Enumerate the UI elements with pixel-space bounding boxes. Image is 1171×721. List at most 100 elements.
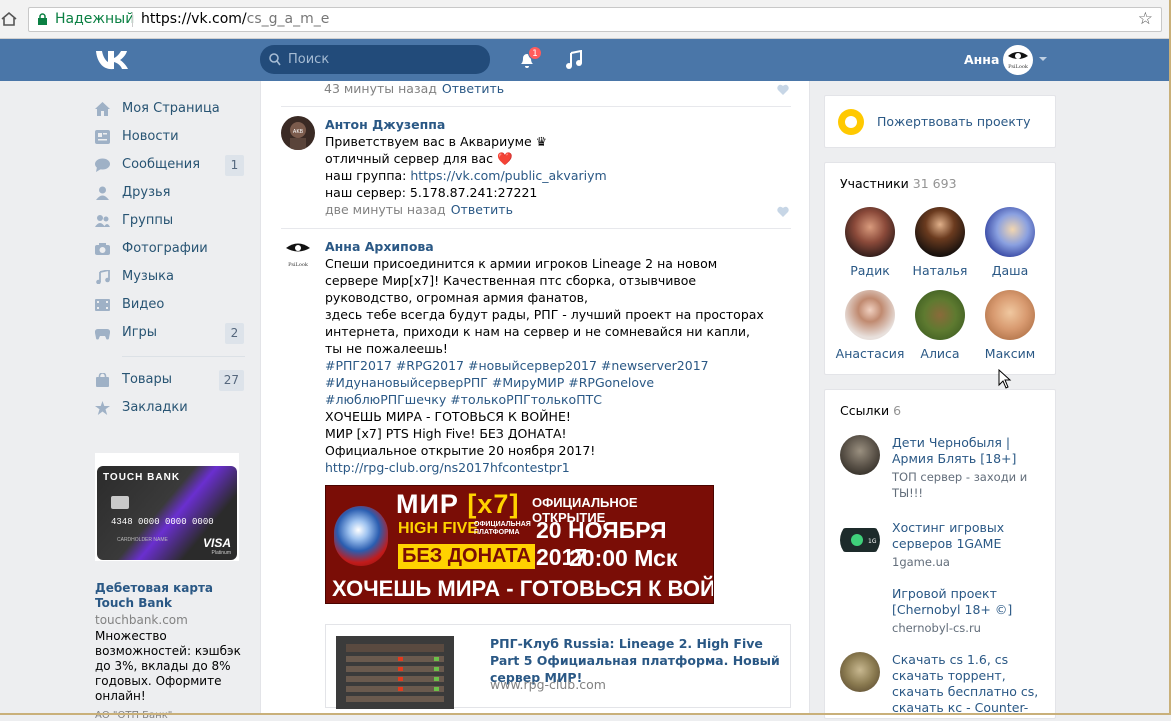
- link-title[interactable]: Дети Чернобыля | Армия Блять [18+]: [892, 435, 1052, 467]
- sidebar-item-my-page[interactable]: Моя Страница: [95, 95, 245, 123]
- comment-divider: [281, 228, 791, 229]
- messages-icon: [95, 158, 110, 172]
- comment-author[interactable]: Анна Архипова: [325, 238, 765, 255]
- card-network: VISA: [202, 536, 231, 550]
- sidebar-item-label: Закладки: [122, 400, 188, 415]
- avatar: [985, 207, 1035, 257]
- comment-time: две минуты назад: [325, 202, 446, 217]
- sidebar-item-label: Новости: [122, 129, 179, 144]
- avatar: [915, 207, 965, 257]
- links-header[interactable]: Ссылки 6: [840, 403, 901, 418]
- link-preview-card[interactable]: РПГ-Клуб Russia: Lineage 2. High Five Pa…: [325, 624, 791, 709]
- sidebar-item-goods[interactable]: Товары 27: [95, 366, 245, 394]
- link-title[interactable]: Хостинг игровых серверов 1GAME: [892, 520, 1052, 552]
- comment-line: МИР [x7] PTS High Five! БЕЗ ДОНАТА!: [325, 426, 567, 441]
- member-item[interactable]: Даша: [975, 207, 1045, 278]
- avatar[interactable]: PsiLook: [1003, 45, 1033, 75]
- sidebar-item-music[interactable]: Музыка: [95, 263, 245, 291]
- ad-title[interactable]: Дебетовая карта Touch Bank: [95, 581, 245, 611]
- home-icon[interactable]: [0, 10, 18, 28]
- sidebar-item-messages[interactable]: Сообщения 1: [95, 151, 245, 179]
- sidebar-item-friends[interactable]: Друзья: [95, 179, 245, 207]
- friends-icon: [96, 186, 109, 200]
- user-name[interactable]: Анна: [964, 52, 999, 67]
- comments-feed: 43 минуты назад Ответить AKB Антон Джузеп…: [260, 81, 810, 715]
- member-item[interactable]: Анастасия: [835, 290, 905, 361]
- comment-time: 43 минуты назад: [324, 81, 437, 96]
- url-text[interactable]: https://vk.com/cs_g_a_m_e: [141, 8, 329, 31]
- sidebar-item-label: Видео: [122, 297, 165, 312]
- member-item[interactable]: Максим: [975, 290, 1045, 361]
- ad-text: Множество возможностей: кэшбэк до 3%, вк…: [95, 629, 241, 703]
- comment-author[interactable]: Антон Джузеппа: [325, 116, 765, 133]
- sidebar-item-games[interactable]: Игры 2: [95, 319, 245, 347]
- link-title[interactable]: Скачать cs 1.6, cs скачать торрент, скач…: [892, 652, 1052, 716]
- member-name: Максим: [984, 346, 1036, 361]
- news-icon: [95, 130, 110, 144]
- sidebar-ad[interactable]: TOUCH BANK 4348 0000 0000 0000 CARDHOLDE…: [95, 453, 245, 721]
- music-icon[interactable]: [565, 50, 583, 70]
- sidebar-item-video[interactable]: Видео: [95, 291, 245, 319]
- hashtags[interactable]: #РПГ2017 #RPG2017 #новыйсервер2017 #news…: [325, 357, 765, 408]
- sidebar-item-groups[interactable]: Группы: [95, 207, 245, 235]
- bag-icon: [96, 373, 109, 387]
- like-heart-icon[interactable]: [777, 206, 789, 217]
- avatar: [915, 290, 965, 340]
- avatar[interactable]: PsiLook: [281, 238, 315, 272]
- comment-line: наш сервер: 5.178.87.241:27221: [325, 185, 538, 200]
- link-thumbnail: [840, 435, 880, 475]
- search-input[interactable]: Поиск: [260, 45, 490, 74]
- card-brand: TOUCH BANK: [103, 472, 181, 483]
- comment-line-prefix: наш группа:: [325, 168, 411, 183]
- member-name: Алиса: [920, 346, 960, 361]
- post-link[interactable]: http://rpg-club.org/ns2017hfcontestpr1: [325, 460, 570, 475]
- member-item[interactable]: Алиса: [905, 290, 975, 361]
- group-link[interactable]: https://vk.com/public_akvariym: [410, 168, 606, 183]
- reply-link[interactable]: Ответить: [442, 81, 504, 96]
- like-heart-icon[interactable]: [777, 84, 789, 95]
- svg-text:PsiLook: PsiLook: [1008, 64, 1029, 70]
- sidebar-item-label: Группы: [122, 213, 174, 228]
- sidebar-item-bookmarks[interactable]: Закладки: [95, 394, 245, 422]
- link-desc: ТОП сервер - заходи и ТЫ!!!: [892, 470, 1028, 500]
- notification-badge: 1: [528, 46, 542, 60]
- emblem-icon: [334, 506, 388, 566]
- avatar: [845, 290, 895, 340]
- link-title[interactable]: Игровой проект [Chernobyl 18+ ©]: [892, 586, 1052, 618]
- links-block: Ссылки 6 Дети Чернобыля | Армия Блять [18…: [824, 389, 1056, 719]
- svg-text:AKB: AKB: [293, 129, 304, 135]
- mouse-cursor-icon: [998, 369, 1012, 389]
- links-title: Ссылки: [840, 403, 890, 418]
- comment-text: здесь тебе всегда будут рады, РПГ - лучш…: [325, 307, 764, 356]
- member-item[interactable]: Радик: [835, 207, 905, 278]
- site-header: Поиск 1 Анна PsiLook: [0, 39, 1171, 81]
- link-preview-thumbnail: [336, 636, 454, 709]
- chevron-down-icon[interactable]: [1039, 57, 1047, 61]
- sidebar-divider: [122, 356, 245, 357]
- banner-slogan: ХОЧЕШЬ МИРА - ГОТОВЬСЯ К ВОЙНЕ: [332, 576, 714, 601]
- sidebar-item-news[interactable]: Новости: [95, 123, 245, 151]
- members-header[interactable]: Участники 31 693: [840, 176, 957, 191]
- ad-card-image[interactable]: TOUCH BANK 4348 0000 0000 0000 CARDHOLDE…: [95, 453, 239, 561]
- card-number: 4348 0000 0000 0000: [111, 517, 214, 527]
- banner-time: 20:00 Мск: [569, 545, 678, 571]
- member-item[interactable]: Наталья: [905, 207, 975, 278]
- members-title: Участники: [840, 176, 909, 191]
- promo-banner-image[interactable]: МИР [x7] ОФИЦИАЛЬНОЕ ОТКРЫТИЕ HIGH FIVE …: [325, 485, 714, 604]
- browser-toolbar: Надежный https://vk.com/cs_g_a_m_e ☆: [0, 0, 1171, 39]
- banner-title: МИР [x7]: [396, 489, 519, 520]
- links-count: 6: [893, 403, 902, 418]
- donate-button[interactable]: Пожертвовать проекту: [877, 114, 1031, 129]
- reply-link[interactable]: Ответить: [451, 202, 513, 217]
- vk-logo-icon[interactable]: [95, 48, 129, 70]
- card-chip-icon: [111, 496, 129, 509]
- sidebar-item-photos[interactable]: Фотографии: [95, 235, 245, 263]
- sidebar-item-label: Фотографии: [122, 241, 208, 256]
- address-bar[interactable]: Надежный https://vk.com/cs_g_a_m_e ☆: [28, 7, 1162, 32]
- bank-card: TOUCH BANK 4348 0000 0000 0000 CARDHOLDE…: [97, 466, 237, 560]
- bookmark-star-icon[interactable]: ☆: [1138, 8, 1153, 31]
- donate-block[interactable]: Пожертвовать проекту: [824, 95, 1056, 148]
- sidebar-item-label: Друзья: [122, 185, 171, 200]
- avatar[interactable]: AKB: [281, 116, 315, 150]
- gamepad-icon: [95, 328, 110, 340]
